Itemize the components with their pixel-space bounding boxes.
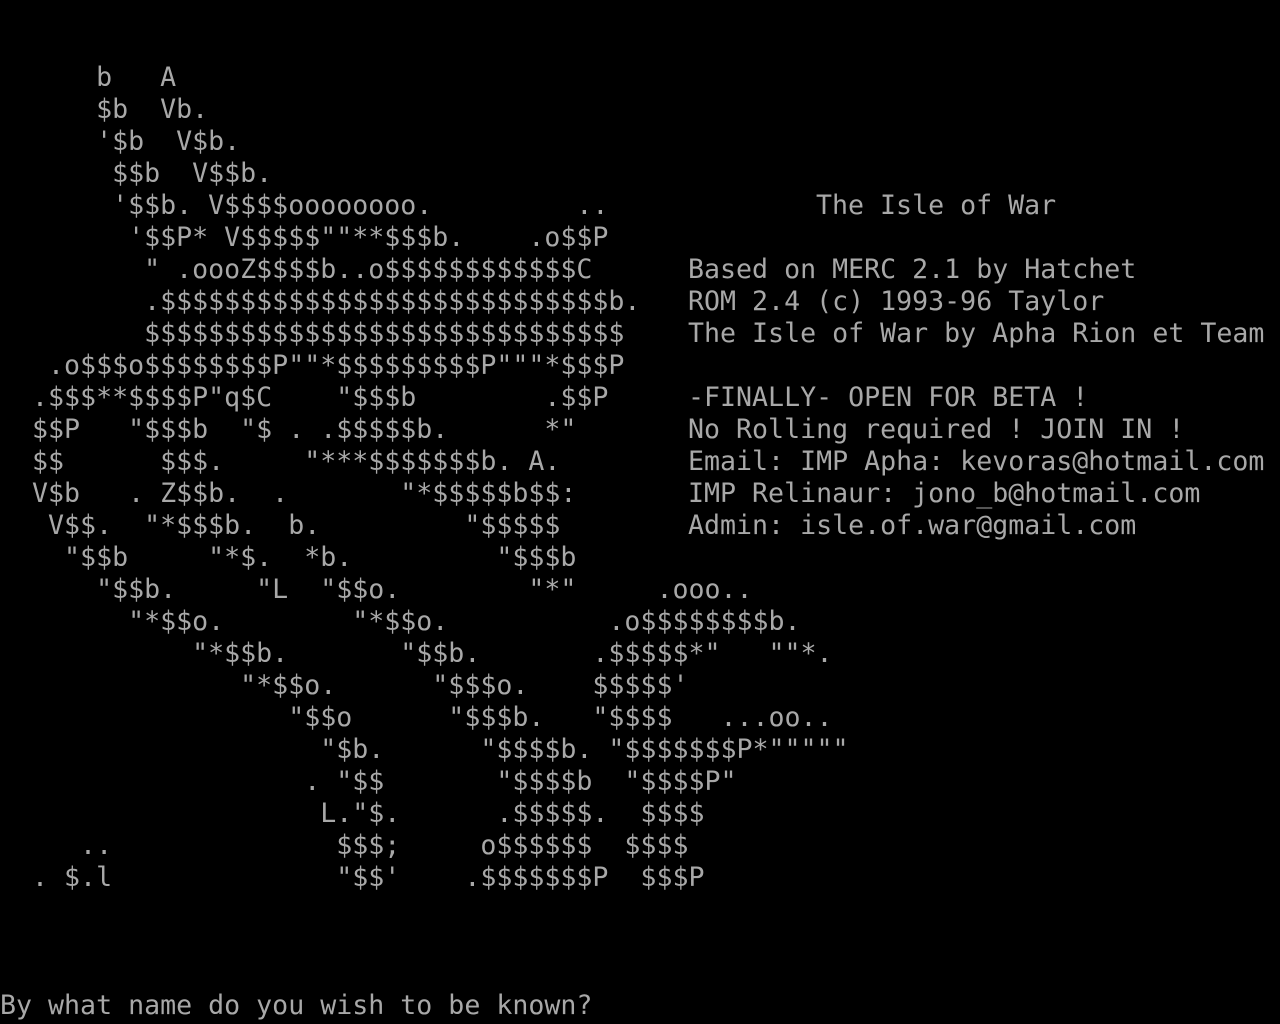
- ascii-art-line: $$b V$$b.: [0, 158, 273, 189]
- ascii-art-line: "$$b. "L "$$o. "*" .ooo..: [0, 574, 753, 605]
- ascii-art-line: b A: [0, 62, 177, 93]
- ascii-art-line: V$b . Z$$b. . "*$$$$$b$$:: [0, 478, 577, 509]
- ascii-art-line: V$$. "*$$$b. b. "$$$$$: [0, 510, 561, 541]
- ascii-art-line: "$$b "*$. *b. "$$$b: [0, 542, 577, 573]
- no-rolling-line: No Rolling required ! JOIN IN !: [688, 414, 1185, 445]
- ascii-art-line: .$$$**$$$$P"q$C "$$$b .$$P: [0, 382, 609, 413]
- ascii-art-line: L."$. .$$$$$. $$$$: [0, 798, 705, 829]
- ascii-art-line: $b Vb.: [0, 94, 209, 125]
- login-prompt-text: By what name do you wish to be known?: [0, 990, 593, 1021]
- ascii-art-line: '$$P* V$$$$$""**$$$b. .o$$P: [0, 222, 609, 253]
- ascii-art-line: "*$$b. "$$b. .$$$$$*" ""*.: [0, 638, 833, 669]
- credits-line: The Isle of War by Apha Rion et Team: [688, 318, 1265, 349]
- login-prompt-row: By what name do you wish to be known?: [0, 990, 1269, 1022]
- ascii-art-line: "*$$o. "*$$o. .o$$$$$$$$b.: [0, 606, 801, 637]
- email-admin-line: Admin: isle.of.war@gmail.com: [688, 510, 1137, 541]
- ascii-art-line: "$b. "$$$$b. "$$$$$$$P*""""": [0, 734, 849, 765]
- ascii-art-line: " .oooZ$$$$b..o$$$$$$$$$$$$C: [0, 254, 593, 285]
- ascii-art-line: .o$$$o$$$$$$$$P""*$$$$$$$$$P"""*$$$P: [0, 350, 625, 381]
- rom-copyright-line: ROM 2.4 (c) 1993-96 Taylor: [688, 286, 1105, 317]
- ascii-art-line: '$$b. V$$$$oooooooo. ..: [0, 190, 609, 221]
- ascii-art-line: "*$$o. "$$$o. $$$$$': [0, 670, 689, 701]
- ascii-art-line: $$ $$$. "***$$$$$$$b. A.: [0, 446, 561, 477]
- email-relinaur-line: IMP Relinaur: jono_b@hotmail.com: [688, 478, 1201, 509]
- ascii-art-line: . "$$ "$$$$b "$$$$P": [0, 766, 737, 797]
- ascii-art-line: '$b V$b.: [0, 126, 241, 157]
- beta-announcement: -FINALLY- OPEN FOR BETA !: [688, 382, 1089, 413]
- email-apha-line: Email: IMP Apha: kevoras@hotmail.com: [688, 446, 1265, 477]
- ascii-art-line: .$$$$$$$$$$$$$$$$$$$$$$$$$$$$b.: [0, 286, 641, 317]
- name-input[interactable]: [592, 991, 1269, 1021]
- ascii-art-line: $$$$$$$$$$$$$$$$$$$$$$$$$$$$$$: [0, 318, 625, 349]
- ascii-art-line: "$$o "$$$b. "$$$$ ...oo..: [0, 702, 833, 733]
- based-on-line: Based on MERC 2.1 by Hatchet: [688, 254, 1137, 285]
- mud-title: The Isle of War: [816, 190, 1057, 221]
- ascii-art-line: $$P "$$$b "$ . .$$$$$b. *": [0, 414, 577, 445]
- ascii-art-line: . $.l "$$' .$$$$$$$P $$$P: [0, 862, 705, 893]
- ascii-art-line: .. $$$; o$$$$$$ $$$$: [0, 830, 689, 861]
